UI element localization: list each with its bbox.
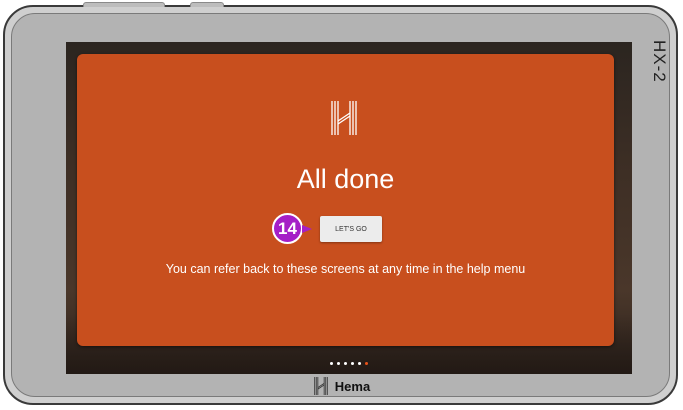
page-dot[interactable] — [344, 362, 347, 365]
onboarding-card: All done 14 LET'S GO You can refer back … — [77, 54, 614, 346]
lets-go-button[interactable]: LET'S GO — [320, 216, 382, 242]
page-dot[interactable] — [351, 362, 354, 365]
device-side-button[interactable] — [190, 2, 224, 7]
hema-logo-icon — [314, 377, 328, 395]
device-side-button[interactable] — [83, 2, 165, 7]
step-pointer-arrow — [302, 225, 312, 233]
page-dot[interactable] — [330, 362, 333, 365]
page-dot[interactable] — [358, 362, 361, 365]
hema-logo-icon — [331, 101, 357, 135]
step-number-badge: 14 — [272, 213, 303, 244]
page-indicator — [66, 352, 632, 370]
device-screen: All done 14 LET'S GO You can refer back … — [66, 42, 632, 374]
page-dot[interactable] — [337, 362, 340, 365]
device-brand: Hema — [0, 376, 683, 398]
page-title: All done — [296, 164, 395, 194]
help-text: You can refer back to these screens at a… — [165, 262, 526, 276]
brand-name: Hema — [334, 378, 371, 394]
device-model-label: HX-2 — [650, 40, 669, 83]
page-dot-active[interactable] — [365, 362, 368, 365]
